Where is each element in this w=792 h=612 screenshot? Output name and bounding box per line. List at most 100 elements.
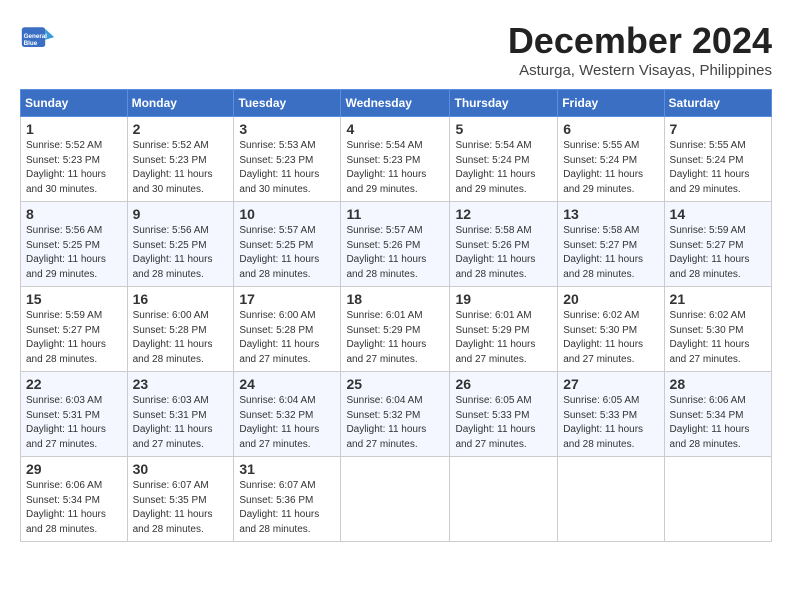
day-number: 16	[133, 291, 229, 307]
cell-content: Sunrise: 6:04 AMSunset: 5:32 PMDaylight:…	[239, 394, 335, 452]
calendar-cell: 16 Sunrise: 6:00 AMSunset: 5:28 PMDayligh…	[127, 287, 234, 372]
cell-content: Sunrise: 6:00 AMSunset: 5:28 PMDaylight:…	[239, 309, 335, 367]
logo: General Blue	[20, 20, 56, 56]
cell-content: Sunrise: 5:59 AMSunset: 5:27 PMDaylight:…	[670, 224, 766, 282]
calendar-cell: 11 Sunrise: 5:57 AMSunset: 5:26 PMDayligh…	[341, 202, 450, 287]
calendar-cell: 2 Sunrise: 5:52 AMSunset: 5:23 PMDaylight…	[127, 117, 234, 202]
day-number: 30	[133, 461, 229, 477]
calendar-cell	[341, 457, 450, 542]
cell-content: Sunrise: 6:07 AMSunset: 5:35 PMDaylight:…	[133, 479, 229, 537]
cell-content: Sunrise: 5:55 AMSunset: 5:24 PMDaylight:…	[563, 139, 658, 197]
weekday-header: Tuesday	[234, 90, 341, 117]
cell-content: Sunrise: 5:52 AMSunset: 5:23 PMDaylight:…	[26, 139, 122, 197]
day-number: 26	[455, 376, 552, 392]
calendar-cell: 1 Sunrise: 5:52 AMSunset: 5:23 PMDaylight…	[21, 117, 128, 202]
cell-content: Sunrise: 5:54 AMSunset: 5:23 PMDaylight:…	[346, 139, 444, 197]
day-number: 24	[239, 376, 335, 392]
calendar-cell: 12 Sunrise: 5:58 AMSunset: 5:26 PMDayligh…	[450, 202, 558, 287]
cell-content: Sunrise: 5:58 AMSunset: 5:26 PMDaylight:…	[455, 224, 552, 282]
day-number: 15	[26, 291, 122, 307]
cell-content: Sunrise: 6:05 AMSunset: 5:33 PMDaylight:…	[563, 394, 658, 452]
day-number: 2	[133, 121, 229, 137]
day-number: 11	[346, 206, 444, 222]
calendar-cell: 9 Sunrise: 5:56 AMSunset: 5:25 PMDaylight…	[127, 202, 234, 287]
day-number: 3	[239, 121, 335, 137]
calendar-cell: 18 Sunrise: 6:01 AMSunset: 5:29 PMDayligh…	[341, 287, 450, 372]
day-number: 4	[346, 121, 444, 137]
cell-content: Sunrise: 5:57 AMSunset: 5:25 PMDaylight:…	[239, 224, 335, 282]
day-number: 28	[670, 376, 766, 392]
calendar-cell: 17Sunrise: 6:00 AMSunset: 5:28 PMDayligh…	[234, 287, 341, 372]
weekday-header: Monday	[127, 90, 234, 117]
weekday-header: Thursday	[450, 90, 558, 117]
cell-content: Sunrise: 6:03 AMSunset: 5:31 PMDaylight:…	[133, 394, 229, 452]
calendar-cell: 4 Sunrise: 5:54 AMSunset: 5:23 PMDaylight…	[341, 117, 450, 202]
svg-text:Blue: Blue	[24, 40, 38, 47]
title-area: December 2024 Asturga, Western Visayas, …	[508, 20, 772, 79]
cell-content: Sunrise: 5:52 AMSunset: 5:23 PMDaylight:…	[133, 139, 229, 197]
calendar-cell: 28 Sunrise: 6:06 AMSunset: 5:34 PMDayligh…	[664, 372, 771, 457]
cell-content: Sunrise: 6:01 AMSunset: 5:29 PMDaylight:…	[346, 309, 444, 367]
calendar-cell: 26 Sunrise: 6:05 AMSunset: 5:33 PMDayligh…	[450, 372, 558, 457]
day-number: 31	[239, 461, 335, 477]
day-number: 5	[455, 121, 552, 137]
week-row: 1 Sunrise: 5:52 AMSunset: 5:23 PMDaylight…	[21, 117, 772, 202]
calendar-cell	[664, 457, 771, 542]
cell-content: Sunrise: 5:57 AMSunset: 5:26 PMDaylight:…	[346, 224, 444, 282]
calendar-cell: 24 Sunrise: 6:04 AMSunset: 5:32 PMDayligh…	[234, 372, 341, 457]
cell-content: Sunrise: 5:58 AMSunset: 5:27 PMDaylight:…	[563, 224, 658, 282]
week-row: 29 Sunrise: 6:06 AMSunset: 5:34 PMDayligh…	[21, 457, 772, 542]
day-number: 9	[133, 206, 229, 222]
cell-content: Sunrise: 5:54 AMSunset: 5:24 PMDaylight:…	[455, 139, 552, 197]
calendar-cell: 20 Sunrise: 6:02 AMSunset: 5:30 PMDayligh…	[558, 287, 664, 372]
day-number: 21	[670, 291, 766, 307]
calendar-cell: 21Sunrise: 6:02 AMSunset: 5:30 PMDayligh…	[664, 287, 771, 372]
cell-content: Sunrise: 5:56 AMSunset: 5:25 PMDaylight:…	[133, 224, 229, 282]
weekday-header: Saturday	[664, 90, 771, 117]
calendar-cell: 22 Sunrise: 6:03 AMSunset: 5:31 PMDayligh…	[21, 372, 128, 457]
cell-content: Sunrise: 5:56 AMSunset: 5:25 PMDaylight:…	[26, 224, 122, 282]
day-number: 13	[563, 206, 658, 222]
svg-text:General: General	[24, 33, 48, 40]
week-row: 22 Sunrise: 6:03 AMSunset: 5:31 PMDayligh…	[21, 372, 772, 457]
calendar-cell: 8Sunrise: 5:56 AMSunset: 5:25 PMDaylight…	[21, 202, 128, 287]
calendar-cell: 23 Sunrise: 6:03 AMSunset: 5:31 PMDayligh…	[127, 372, 234, 457]
week-row: 15Sunrise: 5:59 AMSunset: 5:27 PMDayligh…	[21, 287, 772, 372]
weekday-header: Sunday	[21, 90, 128, 117]
day-number: 12	[455, 206, 552, 222]
month-title: December 2024	[508, 20, 772, 62]
cell-content: Sunrise: 5:55 AMSunset: 5:24 PMDaylight:…	[670, 139, 766, 197]
cell-content: Sunrise: 6:07 AMSunset: 5:36 PMDaylight:…	[239, 479, 335, 537]
cell-content: Sunrise: 6:01 AMSunset: 5:29 PMDaylight:…	[455, 309, 552, 367]
calendar-cell: 29 Sunrise: 6:06 AMSunset: 5:34 PMDayligh…	[21, 457, 128, 542]
cell-content: Sunrise: 6:05 AMSunset: 5:33 PMDaylight:…	[455, 394, 552, 452]
calendar-cell: 19Sunrise: 6:01 AMSunset: 5:29 PMDayligh…	[450, 287, 558, 372]
calendar-cell: 14Sunrise: 5:59 AMSunset: 5:27 PMDayligh…	[664, 202, 771, 287]
calendar-cell	[558, 457, 664, 542]
day-number: 25	[346, 376, 444, 392]
calendar-cell: 25 Sunrise: 6:04 AMSunset: 5:32 PMDayligh…	[341, 372, 450, 457]
day-number: 27	[563, 376, 658, 392]
day-number: 29	[26, 461, 122, 477]
weekday-header: Wednesday	[341, 90, 450, 117]
cell-content: Sunrise: 6:02 AMSunset: 5:30 PMDaylight:…	[563, 309, 658, 367]
day-number: 23	[133, 376, 229, 392]
cell-content: Sunrise: 6:06 AMSunset: 5:34 PMDaylight:…	[26, 479, 122, 537]
location-title: Asturga, Western Visayas, Philippines	[508, 62, 772, 79]
day-number: 1	[26, 121, 122, 137]
weekday-header-row: SundayMondayTuesdayWednesdayThursdayFrid…	[21, 90, 772, 117]
day-number: 20	[563, 291, 658, 307]
day-number: 22	[26, 376, 122, 392]
day-number: 18	[346, 291, 444, 307]
calendar-table: SundayMondayTuesdayWednesdayThursdayFrid…	[20, 89, 772, 542]
weekday-header: Friday	[558, 90, 664, 117]
cell-content: Sunrise: 6:04 AMSunset: 5:32 PMDaylight:…	[346, 394, 444, 452]
calendar-cell: 13 Sunrise: 5:58 AMSunset: 5:27 PMDayligh…	[558, 202, 664, 287]
cell-content: Sunrise: 6:06 AMSunset: 5:34 PMDaylight:…	[670, 394, 766, 452]
cell-content: Sunrise: 6:00 AMSunset: 5:28 PMDaylight:…	[133, 309, 229, 367]
calendar-cell: 10Sunrise: 5:57 AMSunset: 5:25 PMDayligh…	[234, 202, 341, 287]
header: General Blue December 2024 Asturga, West…	[20, 20, 772, 79]
cell-content: Sunrise: 6:03 AMSunset: 5:31 PMDaylight:…	[26, 394, 122, 452]
calendar-cell: 30 Sunrise: 6:07 AMSunset: 5:35 PMDayligh…	[127, 457, 234, 542]
calendar-cell: 6Sunrise: 5:55 AMSunset: 5:24 PMDaylight…	[558, 117, 664, 202]
